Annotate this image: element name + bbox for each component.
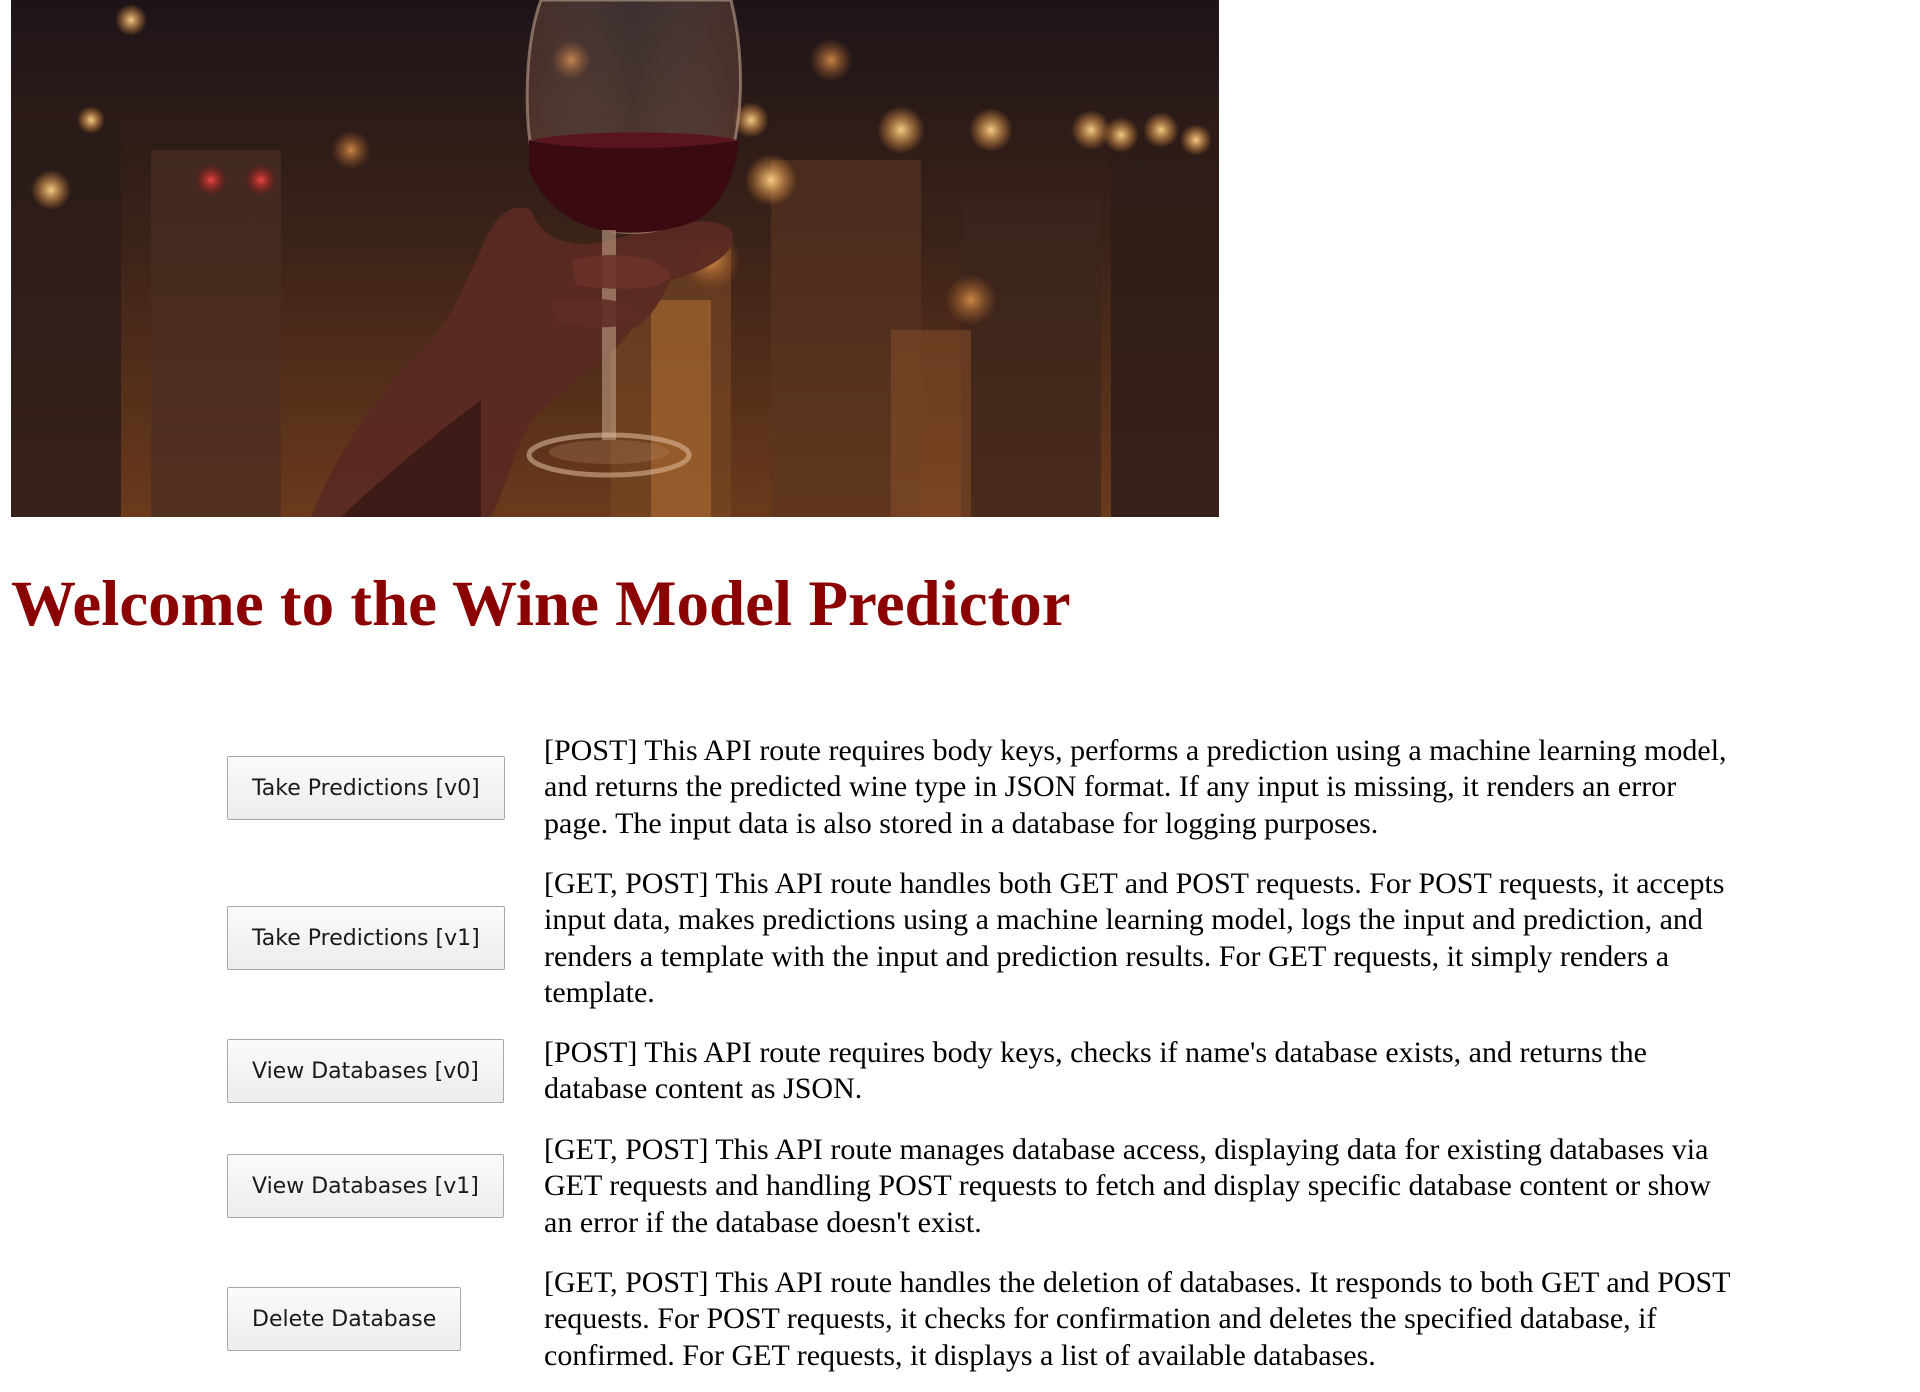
page-title: Welcome to the Wine Model Predictor (11, 568, 1071, 640)
take-predictions-v0-button[interactable]: Take Predictions [v0] (227, 756, 505, 820)
delete-database-button[interactable]: Delete Database (227, 1287, 462, 1351)
view-databases-v0-description: [POST] This API route requires body keys… (544, 1036, 1647, 1106)
view-databases-v0-button[interactable]: View Databases [v0] (227, 1039, 504, 1103)
take-predictions-v1-description: [GET, POST] This API route handles both … (544, 867, 1725, 1010)
hero-image (11, 0, 1219, 517)
view-databases-v1-description: [GET, POST] This API route manages datab… (544, 1133, 1711, 1239)
take-predictions-v1-button[interactable]: Take Predictions [v1] (227, 906, 505, 970)
view-databases-v1-button[interactable]: View Databases [v1] (227, 1154, 504, 1218)
take-predictions-v0-description: [POST] This API route requires body keys… (544, 734, 1727, 840)
delete-database-description: [GET, POST] This API route handles the d… (544, 1266, 1730, 1372)
